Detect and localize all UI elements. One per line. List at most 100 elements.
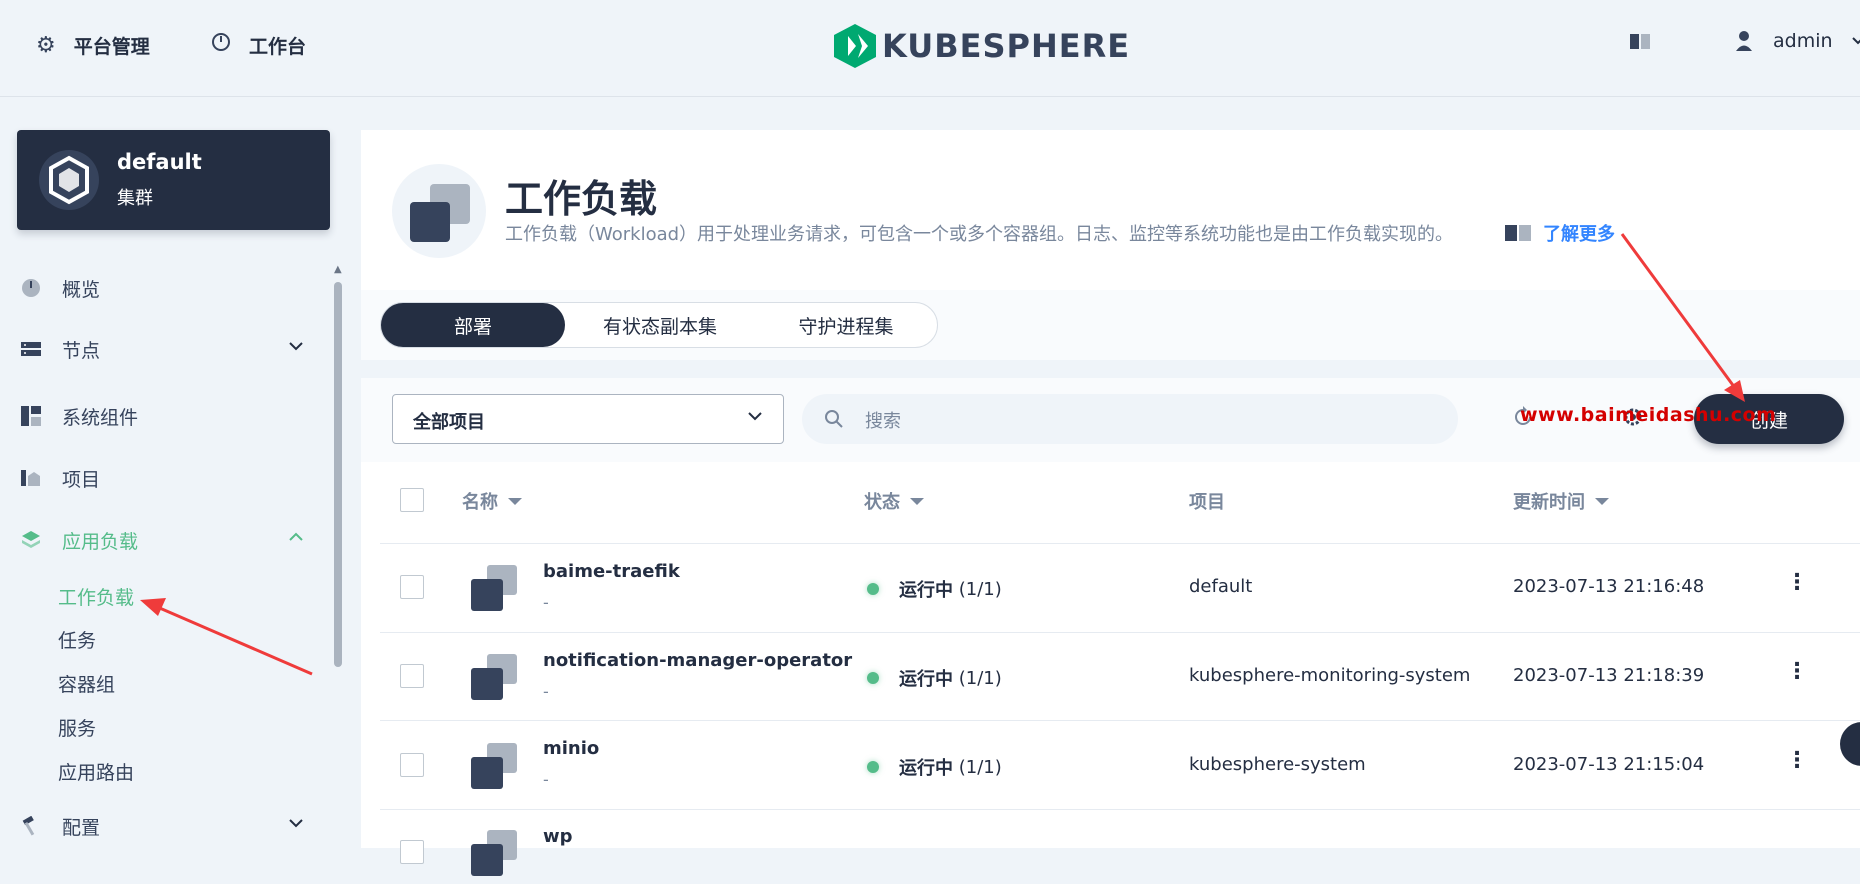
top-bar: ⚙ 平台管理 工作台 KUBESPHERE admin <box>0 0 1860 97</box>
sidebar-item-projects[interactable]: 项目 <box>20 461 310 495</box>
sidebar-item-configuration[interactable]: 配置 <box>20 809 310 843</box>
project-cell: kubesphere-monitoring-system <box>1189 665 1471 686</box>
book-icon <box>1505 224 1531 242</box>
chevron-up-icon <box>288 529 304 550</box>
username: admin <box>1773 30 1833 52</box>
annotation-arrow-to-workloads <box>140 598 313 676</box>
workload-name[interactable]: minio <box>543 738 599 759</box>
workbench-link[interactable]: 工作台 <box>211 30 306 60</box>
user-menu[interactable]: admin <box>1735 30 1860 52</box>
workload-name[interactable]: baime-traefik <box>543 561 680 582</box>
sort-caret-icon <box>1595 497 1609 505</box>
column-header-label: 状态 <box>864 492 900 513</box>
more-actions-icon[interactable]: ⋮ <box>1786 570 1808 595</box>
status-cell: 运行中 (1/1) <box>867 754 1002 780</box>
workload-subtext: - <box>543 593 549 612</box>
workload-type-tabs: 部署 有状态副本集 守护进程集 <box>380 302 938 348</box>
updated-time-cell: 2023-07-13 21:18:39 <box>1513 665 1705 686</box>
sort-caret-icon <box>910 497 924 505</box>
column-header-label: 名称 <box>462 492 498 513</box>
column-header-label: 更新时间 <box>1513 492 1585 513</box>
gear-icon: ⚙ <box>36 32 56 58</box>
sidebar-item-system-components[interactable]: 系统组件 <box>20 399 310 433</box>
replica-count: (1/1) <box>958 578 1002 600</box>
row-checkbox[interactable] <box>400 575 424 599</box>
column-header-name[interactable]: 名称 <box>462 488 522 514</box>
workload-icon <box>469 652 521 704</box>
tab-daemonsets[interactable]: 守护进程集 <box>755 303 937 347</box>
workload-name[interactable]: notification-manager-operator <box>543 650 852 671</box>
row-checkbox[interactable] <box>400 840 424 864</box>
project-select[interactable]: 全部项目 <box>392 394 784 444</box>
tab-deployments[interactable]: 部署 <box>381 303 565 347</box>
page-title: 工作负载 <box>505 177 658 221</box>
scroll-up-arrow-icon[interactable]: ▲ <box>334 264 342 275</box>
cluster-card[interactable]: default 集群 <box>17 130 330 230</box>
sidebar-item-label: 节点 <box>62 339 101 362</box>
kubesphere-logo[interactable]: KUBESPHERE <box>834 24 1130 68</box>
column-header-status[interactable]: 状态 <box>864 488 924 514</box>
workbench-label: 工作台 <box>249 35 307 58</box>
logo-text: KUBESPHERE <box>882 27 1131 65</box>
sidebar-item-app-workloads[interactable]: 应用负载 <box>20 523 310 557</box>
column-header-project: 项目 <box>1189 488 1225 514</box>
status-cell: 运行中 (1/1) <box>867 576 1002 602</box>
search-icon <box>824 409 844 429</box>
row-divider <box>380 632 1860 633</box>
workload-subtext: - <box>543 770 549 789</box>
workload-icon <box>469 563 521 615</box>
status-dot <box>867 761 879 773</box>
column-header-label: 项目 <box>1189 492 1225 513</box>
sidebar-item-nodes[interactable]: 节点 <box>20 332 310 366</box>
row-checkbox[interactable] <box>400 664 424 688</box>
chevron-down-icon <box>288 815 304 836</box>
sidebar-item-label: 配置 <box>62 816 101 839</box>
chevron-down-icon <box>1851 37 1860 45</box>
docs-book-icon[interactable] <box>1630 33 1650 51</box>
project-select-value: 全部项目 <box>413 412 485 433</box>
sidebar-item-overview[interactable]: 概览 <box>20 271 310 305</box>
learn-more-label: 了解更多 <box>1543 224 1615 245</box>
status-cell: 运行中 (1/1) <box>867 665 1002 691</box>
hammer-icon <box>20 815 42 837</box>
row-divider <box>380 720 1860 721</box>
status-label: 运行中 <box>899 580 953 601</box>
sidebar-item-label: 应用负载 <box>62 530 139 553</box>
dashboard-icon <box>20 277 42 299</box>
status-dot <box>867 672 879 684</box>
chevron-down-icon <box>288 338 304 359</box>
select-all-checkbox[interactable] <box>400 488 424 512</box>
replica-count: (1/1) <box>958 667 1002 689</box>
cluster-icon <box>39 150 99 210</box>
platform-management-link[interactable]: ⚙ 平台管理 <box>36 30 150 60</box>
project-cell: default <box>1189 576 1253 597</box>
sidebar-item-label: 系统组件 <box>62 406 139 429</box>
sidebar-subitem-pods[interactable]: 容器组 <box>58 670 115 697</box>
project-icon <box>20 467 42 489</box>
learn-more-link[interactable]: 了解更多 <box>1505 220 1615 246</box>
row-divider <box>380 543 1860 544</box>
more-actions-icon[interactable]: ⋮ <box>1786 659 1808 684</box>
row-checkbox[interactable] <box>400 753 424 777</box>
tab-statefulsets[interactable]: 有状态副本集 <box>565 303 755 347</box>
sidebar-item-label: 项目 <box>62 468 101 491</box>
more-actions-icon[interactable]: ⋮ <box>1786 748 1808 773</box>
project-cell: kubesphere-system <box>1189 754 1366 775</box>
status-label: 运行中 <box>899 758 953 779</box>
status-dot <box>867 583 879 595</box>
sort-caret-icon <box>508 497 522 505</box>
status-label: 运行中 <box>899 669 953 690</box>
sidebar-subitem-workloads[interactable]: 工作负载 <box>58 583 134 610</box>
workload-name[interactable]: wp <box>543 826 573 847</box>
platform-management-label: 平台管理 <box>73 35 150 58</box>
sidebar-subitem-services[interactable]: 服务 <box>58 714 96 741</box>
sidebar-subitem-jobs[interactable]: 任务 <box>58 626 96 653</box>
sidebar-scrollbar[interactable] <box>334 282 342 667</box>
sidebar-subitem-ingresses[interactable]: 应用路由 <box>58 758 134 785</box>
column-header-updated[interactable]: 更新时间 <box>1513 488 1609 514</box>
cluster-name: default <box>117 150 202 174</box>
layers-icon <box>20 529 42 551</box>
user-icon <box>1736 31 1752 51</box>
row-divider <box>380 809 1860 810</box>
search-input[interactable]: 搜索 <box>802 394 1458 444</box>
